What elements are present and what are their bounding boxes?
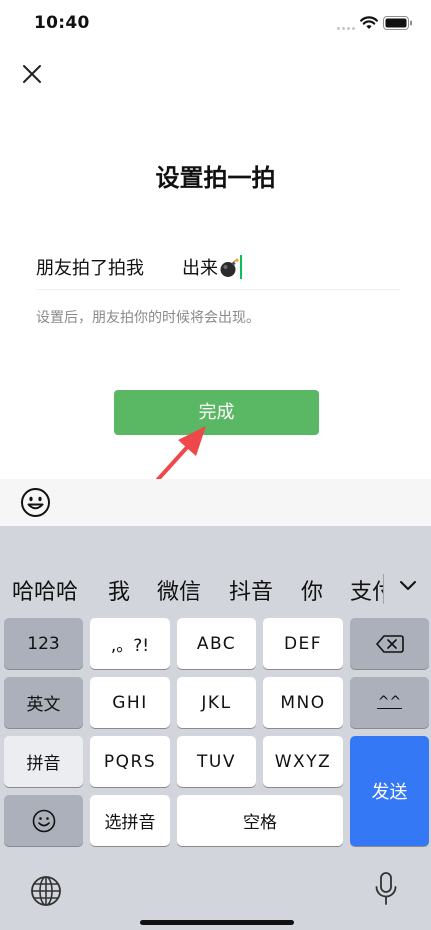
key-def-label: DEF xyxy=(283,633,323,654)
battery-icon xyxy=(383,16,412,30)
send-button[interactable]: 发送 xyxy=(350,736,429,846)
key-pqrs[interactable]: PQRS xyxy=(90,736,170,787)
key-jkl-label: JKL xyxy=(201,692,232,713)
key-ghi-label: GHI xyxy=(112,692,148,713)
wifi-icon xyxy=(360,16,378,29)
candidate-item[interactable]: 哈哈哈 xyxy=(12,574,78,606)
candidate-separator xyxy=(383,574,384,604)
key-select-pinyin[interactable]: 选拼音 xyxy=(90,795,170,846)
key-english[interactable]: 英文 xyxy=(4,677,83,728)
backspace-icon xyxy=(375,634,404,653)
key-emoji[interactable] xyxy=(4,795,83,846)
emoji-icon[interactable] xyxy=(20,487,51,518)
candidate-item[interactable]: 我 xyxy=(108,574,130,606)
key-caret-label: ^^ xyxy=(376,694,403,710)
backspace-key[interactable] xyxy=(350,618,429,669)
emoji-bar xyxy=(0,479,431,526)
space-key[interactable]: 空格 xyxy=(177,795,343,846)
key-pqrs-label: PQRS xyxy=(103,751,157,772)
key-punctuation[interactable]: ,。?! xyxy=(90,618,170,669)
key-mno[interactable]: MNO xyxy=(263,677,343,728)
candidate-item[interactable]: 你 xyxy=(301,574,323,606)
key-jkl[interactable]: JKL xyxy=(177,677,256,728)
cellular-signal-icon xyxy=(337,27,357,31)
key-ghi[interactable]: GHI xyxy=(90,677,170,728)
chevron-down-icon[interactable] xyxy=(396,576,420,596)
pat-text-field[interactable]: 朋友拍了拍我 出来 xyxy=(36,250,400,290)
field-value-text: 出来 xyxy=(182,258,218,279)
microphone-icon[interactable] xyxy=(374,872,398,906)
hint-text: 设置后，朋友拍你的时候将会出现。 xyxy=(36,310,260,326)
status-time: 10:40 xyxy=(34,13,90,33)
bomb-icon xyxy=(220,258,239,277)
key-pinyin[interactable]: 拼音 xyxy=(4,736,83,787)
close-icon[interactable] xyxy=(18,60,46,88)
candidate-item[interactable]: 支付 xyxy=(350,574,384,606)
key-wxyz[interactable]: WXYZ xyxy=(263,736,343,787)
key-tuv[interactable]: TUV xyxy=(177,736,256,787)
candidate-item[interactable]: 微信 xyxy=(157,574,201,606)
globe-icon[interactable] xyxy=(30,875,62,907)
key-abc-label: ABC xyxy=(196,633,237,654)
emoji-icon xyxy=(32,809,55,832)
key-emoticon-caret[interactable]: ^^ xyxy=(350,677,429,728)
text-cursor xyxy=(240,255,242,279)
keyboard: 哈哈哈 我 微信 抖音 你 支付 123 ,。?! ABC DEF 英文 GHI… xyxy=(0,526,431,930)
candidate-item[interactable]: 抖音 xyxy=(229,574,273,606)
page-title: 设置拍一拍 xyxy=(155,164,276,192)
key-def[interactable]: DEF xyxy=(263,618,343,669)
key-mno-label: MNO xyxy=(280,692,326,713)
status-bar: 10:40 xyxy=(0,0,431,48)
key-tuv-label: TUV xyxy=(197,751,236,772)
candidate-bar: 哈哈哈 我 微信 抖音 你 支付 xyxy=(0,526,431,614)
home-indicator xyxy=(140,920,294,925)
field-label: 朋友拍了拍我 xyxy=(36,258,144,279)
key-wxyz-label: WXYZ xyxy=(274,751,332,772)
field-value[interactable]: 出来 xyxy=(182,254,242,280)
key-123[interactable]: 123 xyxy=(4,618,83,669)
key-abc[interactable]: ABC xyxy=(177,618,256,669)
